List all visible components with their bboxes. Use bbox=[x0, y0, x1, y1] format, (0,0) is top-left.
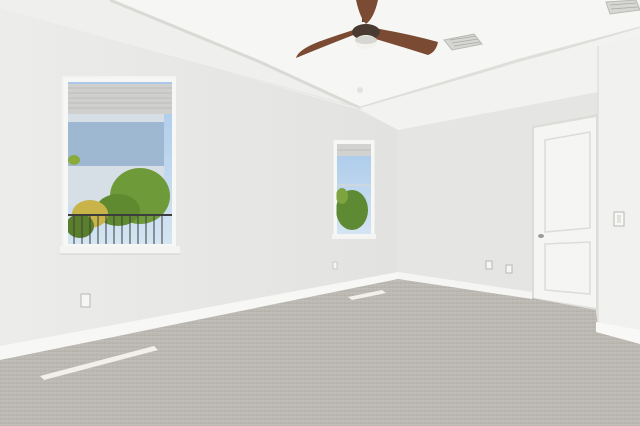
door-handle bbox=[538, 234, 544, 238]
window-right bbox=[332, 140, 376, 239]
empty-room-photo bbox=[0, 0, 640, 426]
window-left bbox=[60, 76, 180, 255]
outlet-back-2 bbox=[505, 264, 513, 274]
outlet-left bbox=[80, 293, 91, 308]
outlet-back-1 bbox=[485, 260, 493, 270]
recessed-light bbox=[357, 87, 363, 93]
right-wall bbox=[598, 34, 640, 342]
room-illustration bbox=[0, 0, 640, 426]
door bbox=[532, 114, 598, 310]
outlet-left-wall-small bbox=[332, 261, 338, 270]
